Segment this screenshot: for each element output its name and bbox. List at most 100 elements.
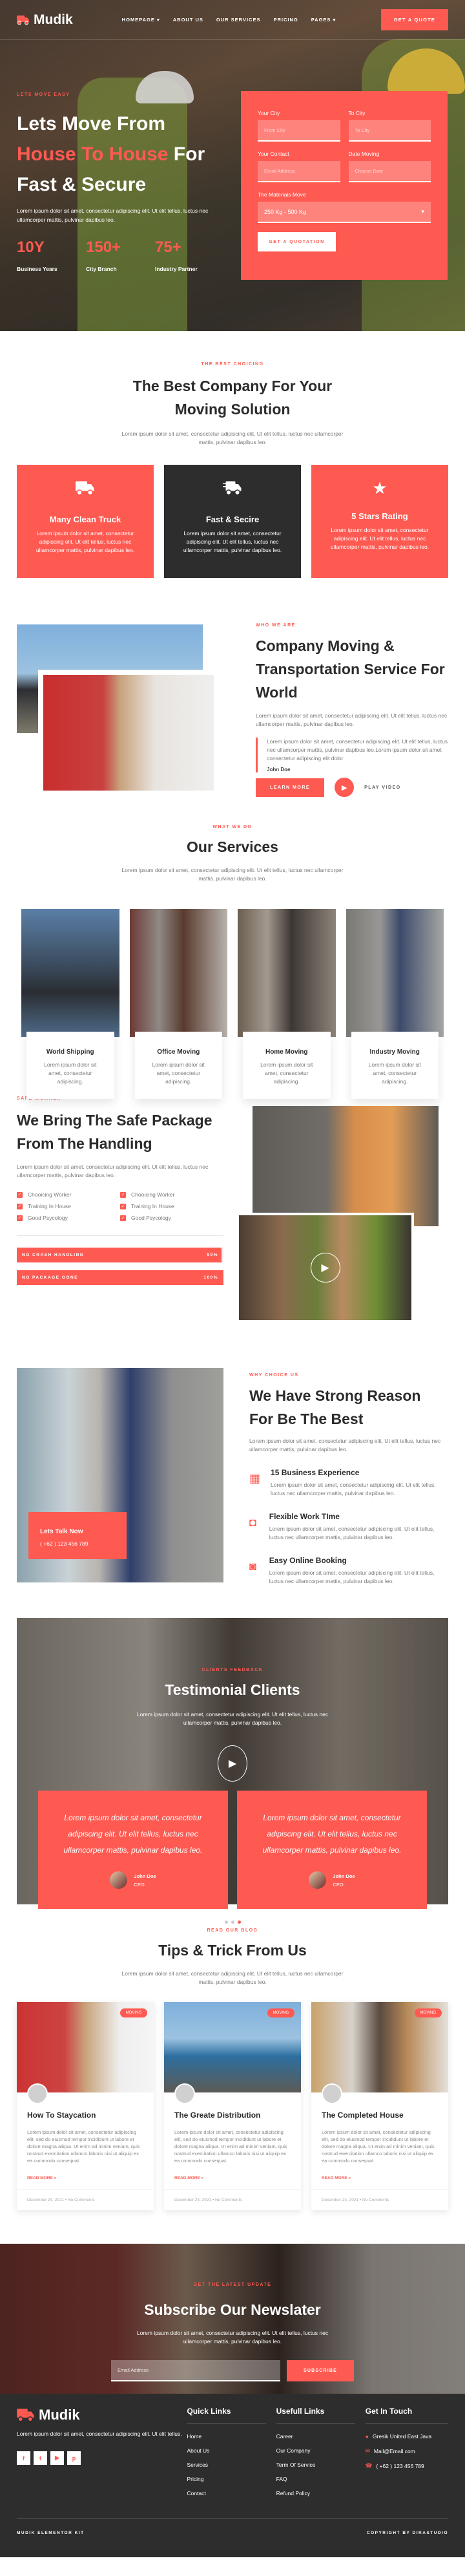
- footer-link[interactable]: Refund Policy: [276, 2490, 366, 2496]
- post-title[interactable]: The Greate Distribution: [174, 2111, 291, 2120]
- feature-item: ◘ Flexible Work TIme Lorem ipsum dolor sit…: [249, 1512, 448, 1542]
- lets-talk-phone: ( +62 ) 123 456 789: [40, 1540, 88, 1547]
- youtube-icon[interactable]: ▶: [50, 2451, 64, 2465]
- carousel-dots: [0, 1921, 465, 1924]
- play-video-button[interactable]: ▶: [335, 778, 355, 797]
- post-image[interactable]: MOVING: [311, 2002, 448, 2092]
- footer-link[interactable]: Contact: [187, 2490, 276, 2496]
- carousel-dot-active[interactable]: [237, 1921, 241, 1924]
- post-title[interactable]: The Completed House: [322, 2111, 438, 2120]
- to-city-input[interactable]: [348, 120, 431, 142]
- post-meta: December 24, 2021 • No Comments: [164, 2189, 301, 2210]
- section-title: Tips & Trick From Us: [158, 1942, 307, 1959]
- footer-link[interactable]: Our Company: [276, 2447, 366, 2454]
- section-tag: GET THE LATEST UPDATE: [193, 2283, 272, 2287]
- feature-item: ◙ Easy Online Booking Lorem ipsum dolor si…: [249, 1556, 448, 1586]
- feature-card-title: Many Clean Truck: [49, 515, 121, 524]
- calendar-check-icon: ▦: [249, 1472, 261, 1485]
- nav-homepage[interactable]: HOMEPAGE ▾: [122, 17, 160, 23]
- logo-text: Mudik: [34, 12, 73, 27]
- post-image[interactable]: MOVING: [17, 2002, 154, 2092]
- materials-select[interactable]: 250 Kg - 500 Kg ▾: [258, 202, 431, 223]
- service-card[interactable]: World Shipping Lorem ipsum dolor sit amet…: [21, 909, 119, 1099]
- contact-email[interactable]: ✉ Mail@Email.com: [366, 2447, 448, 2454]
- post-title[interactable]: How To Staycation: [27, 2111, 143, 2120]
- date-input[interactable]: [348, 161, 431, 182]
- service-card[interactable]: Office Moving Lorem ipsum dolor sit amet,…: [129, 909, 227, 1099]
- nav-about-us[interactable]: ABOUT US: [173, 17, 203, 23]
- feature-card: ★ 5 Stars Rating Lorem ipsum dolor sit a…: [311, 465, 448, 578]
- check-item: ✓ Training In House: [17, 1203, 120, 1209]
- play-video-label[interactable]: PLAY VIDEO: [364, 785, 401, 790]
- service-card[interactable]: Home Moving Lorem ipsum dolor sit amet, c…: [238, 909, 336, 1099]
- section-text: Lorem ipsum dolor sit amet, consectetur …: [121, 1970, 344, 1985]
- logo[interactable]: Mudik: [17, 12, 73, 28]
- section-tag: WHO WE ARE: [256, 623, 296, 628]
- footer-logo[interactable]: Mudik: [17, 2407, 187, 2423]
- post-meta: December 24, 2021 • No Comments: [311, 2189, 448, 2210]
- carousel-dot[interactable]: [224, 1921, 228, 1924]
- post-image[interactable]: MOVING: [164, 2002, 301, 2092]
- service-text: Lorem ipsum dolor sit amet, consectetur …: [44, 1061, 97, 1085]
- from-city-input[interactable]: [258, 120, 340, 142]
- safe-worker-section: SAFE WORKER We Bring The Safe Package Fr…: [0, 1096, 465, 1329]
- footer-link[interactable]: Pricing: [187, 2476, 276, 2482]
- testimonial-card: Lorem ipsum dolor sit amet, consectetur …: [237, 1791, 427, 1909]
- lets-talk-title: Lets Talk Now: [40, 1528, 83, 1535]
- check-item: ✓ Training In House: [120, 1203, 223, 1209]
- star-icon: ★: [372, 478, 388, 498]
- play-icon[interactable]: ▶: [310, 1253, 340, 1283]
- footer-link[interactable]: Services: [187, 2462, 276, 2468]
- hero-title-line3: Fast & Secure: [17, 174, 147, 195]
- nav-pages[interactable]: PAGES ▾: [311, 17, 336, 23]
- feature-card: Many Clean Truck Lorem ipsum dolor sit a…: [17, 465, 154, 578]
- facebook-icon[interactable]: f: [17, 2451, 30, 2465]
- check-label: Good Psycology: [131, 1215, 171, 1221]
- learn-more-button[interactable]: LEARN MORE: [256, 778, 325, 797]
- newsletter-email-input[interactable]: [111, 2360, 280, 2381]
- top-nav: Mudik HOMEPAGE ▾ ABOUT US OUR SERVICES P…: [0, 0, 465, 40]
- subscribe-button[interactable]: SUBSCRIBE: [287, 2360, 354, 2381]
- service-card[interactable]: Industry Moving Lorem ipsum dolor sit ame…: [346, 909, 444, 1099]
- lets-talk-box[interactable]: Lets Talk Now ( +62 ) 123 456 789: [28, 1512, 127, 1559]
- contact-phone[interactable]: ☎( +62 ) 123 456 789: [366, 2462, 448, 2469]
- hero-section: Mudik HOMEPAGE ▾ ABOUT US OUR SERVICES P…: [0, 0, 465, 331]
- footer-link[interactable]: Home: [187, 2433, 276, 2440]
- progress-value: 99%: [207, 1253, 218, 1257]
- read-more-link[interactable]: READ MORE »: [322, 2176, 438, 2180]
- service-title: Industry Moving: [369, 1048, 420, 1056]
- read-more-link[interactable]: READ MORE »: [27, 2176, 143, 2180]
- nav-pricing[interactable]: PRICING: [273, 17, 298, 23]
- stat-city-branch: 150+ City Branch: [86, 239, 155, 272]
- category-badge[interactable]: MOVING: [119, 2008, 147, 2017]
- pinterest-icon[interactable]: p: [67, 2451, 81, 2465]
- section-text: Lorem ipsum dolor sit amet, consectetur …: [121, 867, 344, 882]
- contact-label: Your Contact: [258, 151, 289, 157]
- footer-link[interactable]: About Us: [187, 2447, 276, 2454]
- avatar: [110, 1871, 128, 1889]
- category-badge[interactable]: MOVING: [267, 2008, 294, 2017]
- get-quotation-button[interactable]: GET A QUOTATION: [258, 232, 336, 251]
- footer-link[interactable]: Term Of Service: [276, 2462, 366, 2468]
- play-video-button[interactable]: ▶: [218, 1745, 247, 1782]
- get-a-quote-button[interactable]: GET A QUOTE: [380, 9, 448, 30]
- online-booking-icon: ◙: [249, 1560, 256, 1573]
- phone-icon: ☎: [365, 2462, 373, 2469]
- category-badge[interactable]: MOVING: [414, 2008, 442, 2017]
- footer-link[interactable]: Career: [276, 2433, 366, 2440]
- footer-heading: Usefull Links: [276, 2407, 355, 2424]
- contact-text: Gresik United East Java: [372, 2433, 432, 2440]
- twitter-icon[interactable]: t: [34, 2451, 47, 2465]
- check-label: Training In House: [28, 1203, 71, 1209]
- warehouse-video[interactable]: ▶: [236, 1213, 414, 1323]
- read-more-link[interactable]: READ MORE »: [174, 2176, 291, 2180]
- footer-link[interactable]: FAQ: [276, 2476, 366, 2482]
- main-menu: HOMEPAGE ▾ ABOUT US OUR SERVICES PRICING…: [122, 17, 336, 23]
- section-text: Lorem ipsum dolor sit amet, consectetur …: [17, 1164, 209, 1178]
- email-input[interactable]: [258, 161, 340, 182]
- carousel-dot[interactable]: [231, 1921, 234, 1924]
- footer-bottom: MUDIK ELEMENTOR KIT COPYRIGHT BY DIRASTU…: [17, 2518, 448, 2535]
- feature-text: Lorem ipsum dolor sit amet, consectetur …: [271, 1482, 436, 1496]
- progress-bar: NO PACKAGE GONE 100%: [17, 1270, 223, 1285]
- nav-our-services[interactable]: OUR SERVICES: [216, 17, 261, 23]
